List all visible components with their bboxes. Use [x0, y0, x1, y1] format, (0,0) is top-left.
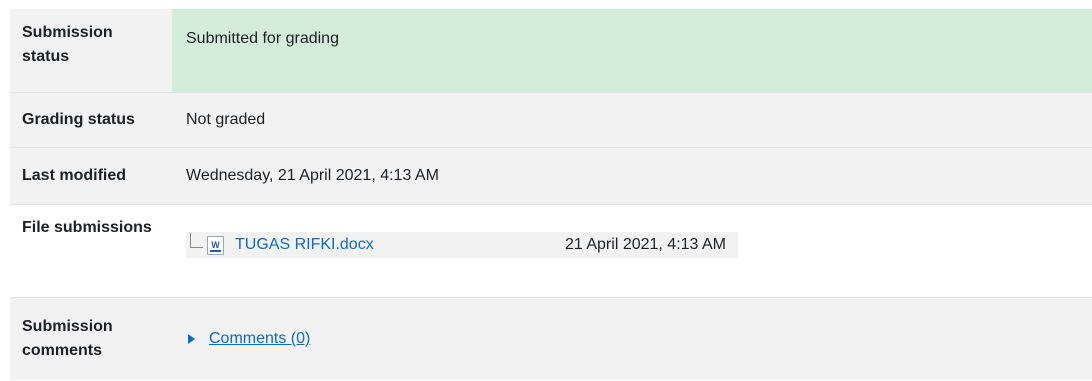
- caret-right-icon: [188, 334, 195, 344]
- file-submissions-label: File submissions: [10, 205, 172, 297]
- submission-comments-row: Submission comments Comments (0): [10, 297, 1092, 380]
- submission-status-table: Submission status Submitted for grading …: [10, 9, 1092, 380]
- last-modified-row: Last modified Wednesday, 21 April 2021, …: [10, 147, 1092, 204]
- comments-link-label: Comments (0): [209, 330, 311, 347]
- last-modified-value: Wednesday, 21 April 2021, 4:13 AM: [172, 148, 1092, 204]
- file-submissions-row: File submissions W TUGAS RIFKI.docx 21 A…: [10, 204, 1092, 297]
- grading-status-label: Grading status: [10, 93, 172, 147]
- grading-status-value: Not graded: [172, 93, 1092, 147]
- submission-status-row: Submission status Submitted for grading: [10, 9, 1092, 92]
- comments-toggle[interactable]: Comments (0): [186, 330, 310, 348]
- submission-comments-value: Comments (0): [172, 298, 1092, 380]
- file-submissions-value: W TUGAS RIFKI.docx 21 April 2021, 4:13 A…: [172, 205, 1092, 297]
- file-date: 21 April 2021, 4:13 AM: [565, 236, 726, 253]
- grading-status-row: Grading status Not graded: [10, 92, 1092, 147]
- file-link[interactable]: TUGAS RIFKI.docx: [235, 236, 565, 254]
- submission-status-label: Submission status: [10, 9, 172, 92]
- word-doc-icon: W: [207, 235, 224, 255]
- last-modified-label: Last modified: [10, 148, 172, 204]
- file-item: W TUGAS RIFKI.docx 21 April 2021, 4:13 A…: [186, 232, 738, 258]
- submission-status-value: Submitted for grading: [172, 9, 1092, 92]
- submission-comments-label: Submission comments: [10, 298, 172, 380]
- tree-connector: [190, 232, 203, 248]
